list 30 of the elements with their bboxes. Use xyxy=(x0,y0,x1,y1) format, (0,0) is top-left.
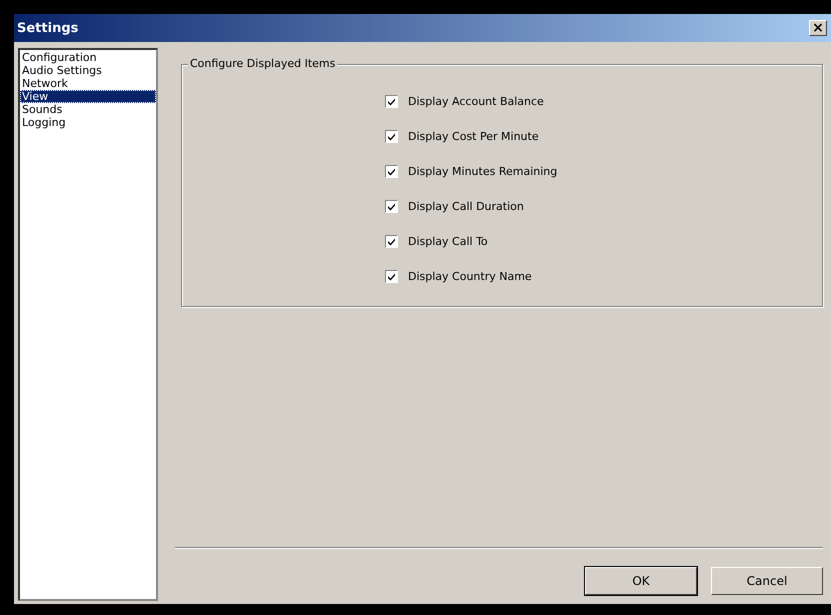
checkbox-label[interactable]: Display Call Duration xyxy=(408,200,524,212)
category-item[interactable]: Sounds xyxy=(20,103,156,116)
check-icon xyxy=(387,96,396,106)
check-icon xyxy=(387,166,396,176)
checkbox-label[interactable]: Display Account Balance xyxy=(408,94,544,108)
checkbox[interactable] xyxy=(385,94,398,108)
category-item[interactable]: View xyxy=(20,90,156,103)
group-title: Configure Displayed Items xyxy=(188,57,338,70)
check-icon xyxy=(387,132,396,140)
checkbox-label[interactable]: Display Cost Per Minute xyxy=(408,130,539,142)
check-icon xyxy=(387,202,396,210)
check-icon xyxy=(387,236,396,246)
checkbox[interactable] xyxy=(385,200,398,212)
close-button[interactable]: × xyxy=(809,20,827,36)
category-item[interactable]: Network xyxy=(20,77,156,90)
category-list[interactable]: Configuration Audio Settings Network View Sounds Logging xyxy=(18,48,158,601)
category-item[interactable]: Logging xyxy=(20,116,156,129)
dialog-button[interactable]: OK xyxy=(585,567,697,595)
check-icon xyxy=(387,272,396,280)
checkbox-label[interactable]: Display Call To xyxy=(408,234,488,248)
checkbox[interactable] xyxy=(385,164,398,178)
window-title: Settings xyxy=(17,20,78,36)
checkbox-label[interactable]: Display Country Name xyxy=(408,270,532,282)
checkbox[interactable] xyxy=(385,270,398,282)
dialog-button[interactable]: Cancel xyxy=(711,567,823,595)
checkbox[interactable] xyxy=(385,234,398,248)
category-item[interactable]: Audio Settings xyxy=(20,64,156,77)
checkbox-label[interactable]: Display Minutes Remaining xyxy=(408,164,558,178)
category-item[interactable]: Configuration xyxy=(20,51,156,64)
checkbox[interactable] xyxy=(385,130,398,142)
